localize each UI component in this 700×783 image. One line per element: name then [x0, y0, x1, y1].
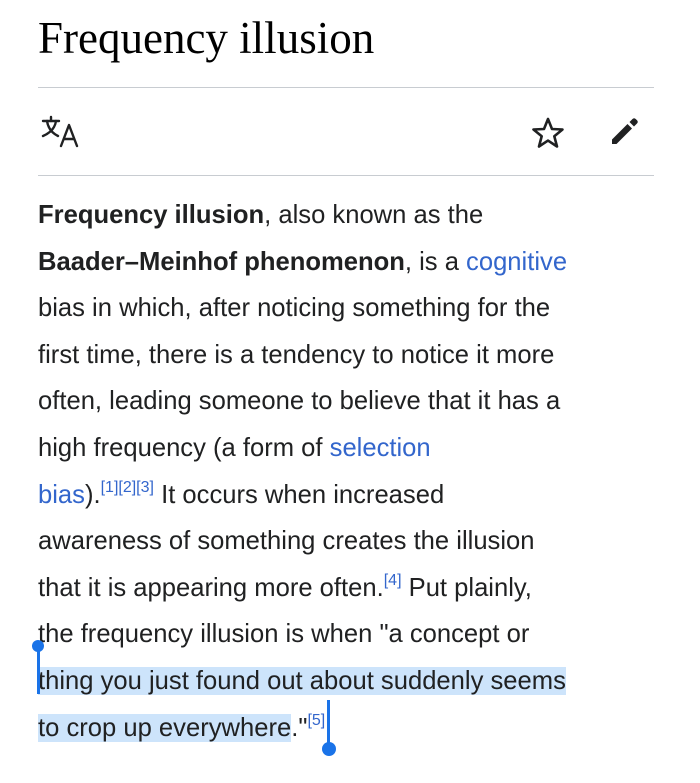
selection-start-caret: [37, 646, 40, 694]
translate-icon[interactable]: [40, 115, 82, 149]
toolbar-divider: [38, 175, 654, 176]
article-line: thing you just found out about suddenly …: [38, 658, 668, 705]
article-line: the frequency illusion is when "a concep…: [38, 611, 668, 658]
citation-reference[interactable]: [5]: [307, 712, 325, 729]
article-line: that it is appearing more often.[4] Put …: [38, 565, 668, 612]
body-text: It occurs when increased: [153, 480, 445, 509]
body-text: awareness of something creates the illus…: [38, 527, 535, 556]
pencil-icon[interactable]: [608, 114, 642, 148]
article-page: Frequency illusion Frequency illusion, a…: [0, 0, 700, 783]
body-text: that it is appearing more often.: [38, 573, 384, 602]
article-link[interactable]: bias: [38, 481, 85, 509]
article-line: to crop up everywhere."[5]: [38, 705, 668, 752]
body-text: Put plainly,: [401, 573, 532, 602]
title-divider: [38, 87, 654, 88]
body-text: first time, there is a tendency to notic…: [38, 340, 555, 369]
body-text: .": [291, 713, 308, 742]
citation-reference[interactable]: [4]: [384, 572, 402, 589]
article-line: bias).[1][2][3] It occurs when increased: [38, 472, 668, 519]
selected-text[interactable]: to crop up everywhere: [38, 713, 292, 742]
star-icon[interactable]: [531, 116, 565, 150]
article-line: Baader–Meinhof phenomenon, is a cognitiv…: [38, 239, 668, 286]
article-line: high frequency (a form of selection: [38, 425, 668, 472]
article-link[interactable]: cognitive: [466, 248, 567, 276]
bold-term: Frequency illusion: [38, 201, 265, 229]
article-line: often, leading someone to believe that i…: [38, 378, 668, 425]
body-text: ).: [84, 480, 101, 509]
body-text: , is a: [404, 247, 467, 276]
body-text: high frequency (a form of: [38, 433, 330, 462]
selected-text[interactable]: thing you just found out about suddenly …: [38, 666, 566, 695]
body-text: often, leading someone to believe that i…: [38, 387, 561, 416]
body-text: , also known as the: [264, 201, 484, 229]
article-line: first time, there is a tendency to notic…: [38, 332, 668, 379]
body-text: the frequency illusion is when "a concep…: [38, 620, 530, 649]
article-line: awareness of something creates the illus…: [38, 518, 668, 565]
selection-end-caret: [327, 700, 330, 746]
article-link[interactable]: selection: [330, 434, 431, 462]
body-text: bias in which, after noticing something …: [38, 294, 551, 323]
page-title: Frequency illusion: [38, 13, 375, 63]
bold-term: Baader–Meinhof phenomenon: [38, 247, 405, 276]
citation-reference[interactable]: [1][2][3]: [101, 479, 154, 496]
article-body: Frequency illusion, also known as the Baa…: [38, 192, 668, 751]
article-line: Frequency illusion, also known as the: [38, 192, 668, 239]
selection-end-handle[interactable]: [322, 742, 336, 756]
article-line: bias in which, after noticing something …: [38, 285, 668, 332]
